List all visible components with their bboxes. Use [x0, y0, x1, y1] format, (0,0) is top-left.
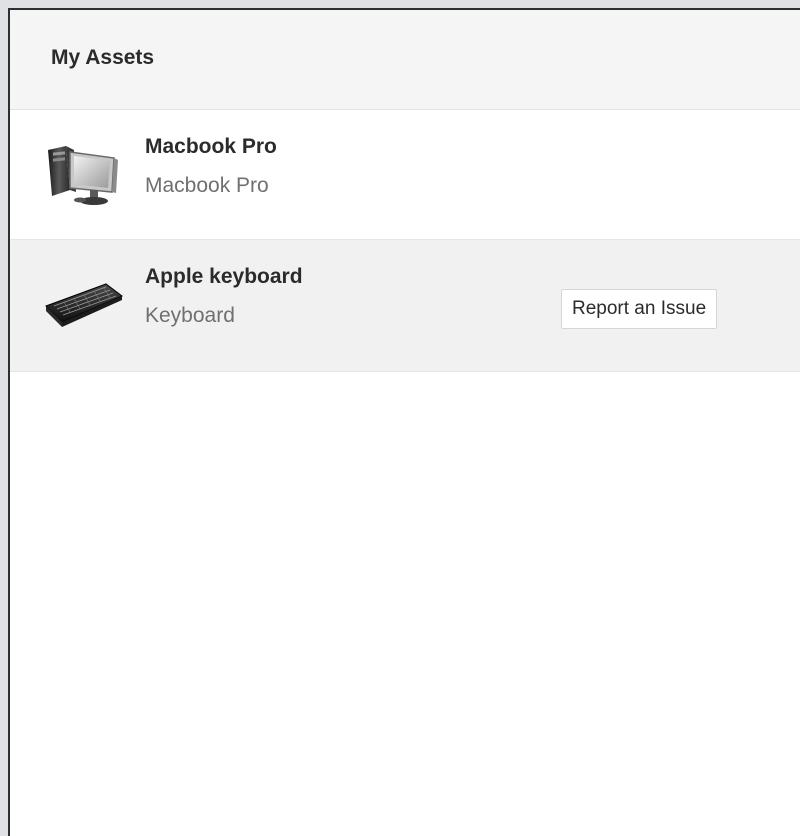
- asset-row-macbook-pro[interactable]: Macbook Pro Macbook Pro: [10, 110, 800, 240]
- asset-type: Macbook Pro: [145, 174, 269, 197]
- panel-header: My Assets: [10, 10, 800, 110]
- asset-name: Apple keyboard: [145, 265, 303, 288]
- asset-type: Keyboard: [145, 304, 235, 327]
- asset-name: Macbook Pro: [145, 135, 277, 158]
- page-background: My Assets Macbook Pro Macbook Pro Apple …: [0, 0, 800, 836]
- report-issue-button[interactable]: Report an Issue: [561, 289, 718, 329]
- asset-row-apple-keyboard[interactable]: Apple keyboard Keyboard Report an Issue: [10, 240, 800, 372]
- desktop-computer-icon: [40, 138, 124, 210]
- my-assets-panel: My Assets Macbook Pro Macbook Pro Apple …: [8, 8, 800, 836]
- panel-title: My Assets: [51, 45, 155, 69]
- keyboard-icon: [40, 270, 124, 342]
